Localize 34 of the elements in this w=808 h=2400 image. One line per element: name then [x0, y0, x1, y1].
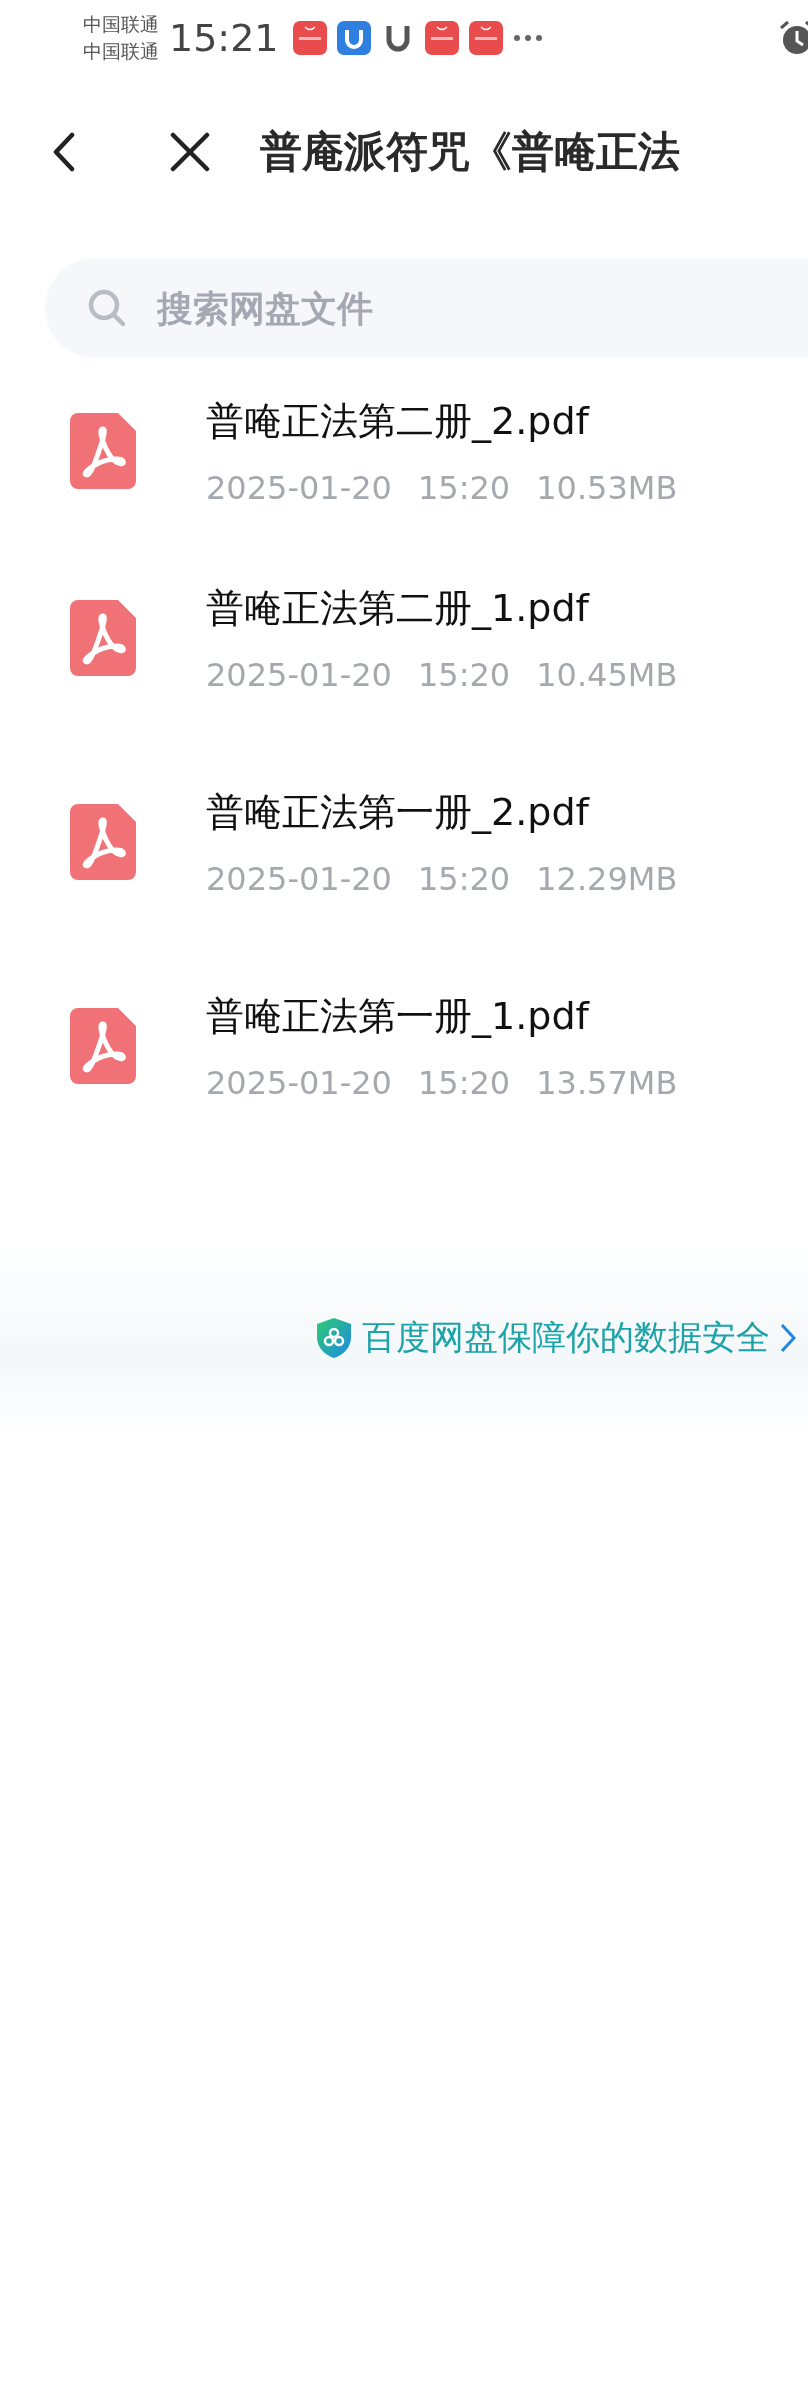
- file-date: 2025-01-20: [206, 468, 392, 507]
- carrier-label: 中国联通: [83, 12, 159, 37]
- file-date: 2025-01-20: [206, 655, 392, 694]
- search-icon: [87, 288, 127, 328]
- app-icon: [468, 21, 503, 55]
- file-name[interactable]: 普唵正法第二册_2.pdf: [206, 395, 678, 447]
- pdf-file-icon: [70, 600, 136, 676]
- file-time: 15:20: [417, 859, 511, 898]
- file-size: 12.29MB: [536, 859, 678, 898]
- carrier-label: 中国联通: [83, 39, 159, 64]
- pdf-file-icon: [70, 1008, 136, 1084]
- file-time: 15:20: [417, 655, 511, 694]
- file-date: 2025-01-20: [206, 859, 392, 898]
- back-button[interactable]: [52, 132, 76, 172]
- chevron-right-icon: [780, 1323, 796, 1353]
- shield-icon: [316, 1317, 352, 1359]
- file-date: 2025-01-20: [206, 1063, 392, 1102]
- app-icon: [336, 21, 371, 55]
- file-size: 10.45MB: [536, 655, 678, 694]
- app-icon: [424, 21, 459, 55]
- file-time: 15:20: [417, 1063, 511, 1102]
- page-title: 普庵派符咒《普唵正法: [260, 126, 680, 178]
- close-button[interactable]: [170, 132, 210, 172]
- file-size: 10.53MB: [536, 468, 678, 507]
- pdf-file-icon: [70, 413, 136, 489]
- clock-time: 15:21: [169, 16, 279, 60]
- file-name[interactable]: 普唵正法第一册_1.pdf: [206, 990, 678, 1042]
- app-icon: [292, 21, 327, 55]
- pdf-file-icon: [70, 804, 136, 880]
- more-icon: [512, 34, 543, 42]
- file-time: 15:20: [417, 468, 511, 507]
- file-size: 13.57MB: [536, 1063, 678, 1102]
- file-name[interactable]: 普唵正法第二册_1.pdf: [206, 582, 678, 634]
- file-name[interactable]: 普唵正法第一册_2.pdf: [206, 786, 678, 838]
